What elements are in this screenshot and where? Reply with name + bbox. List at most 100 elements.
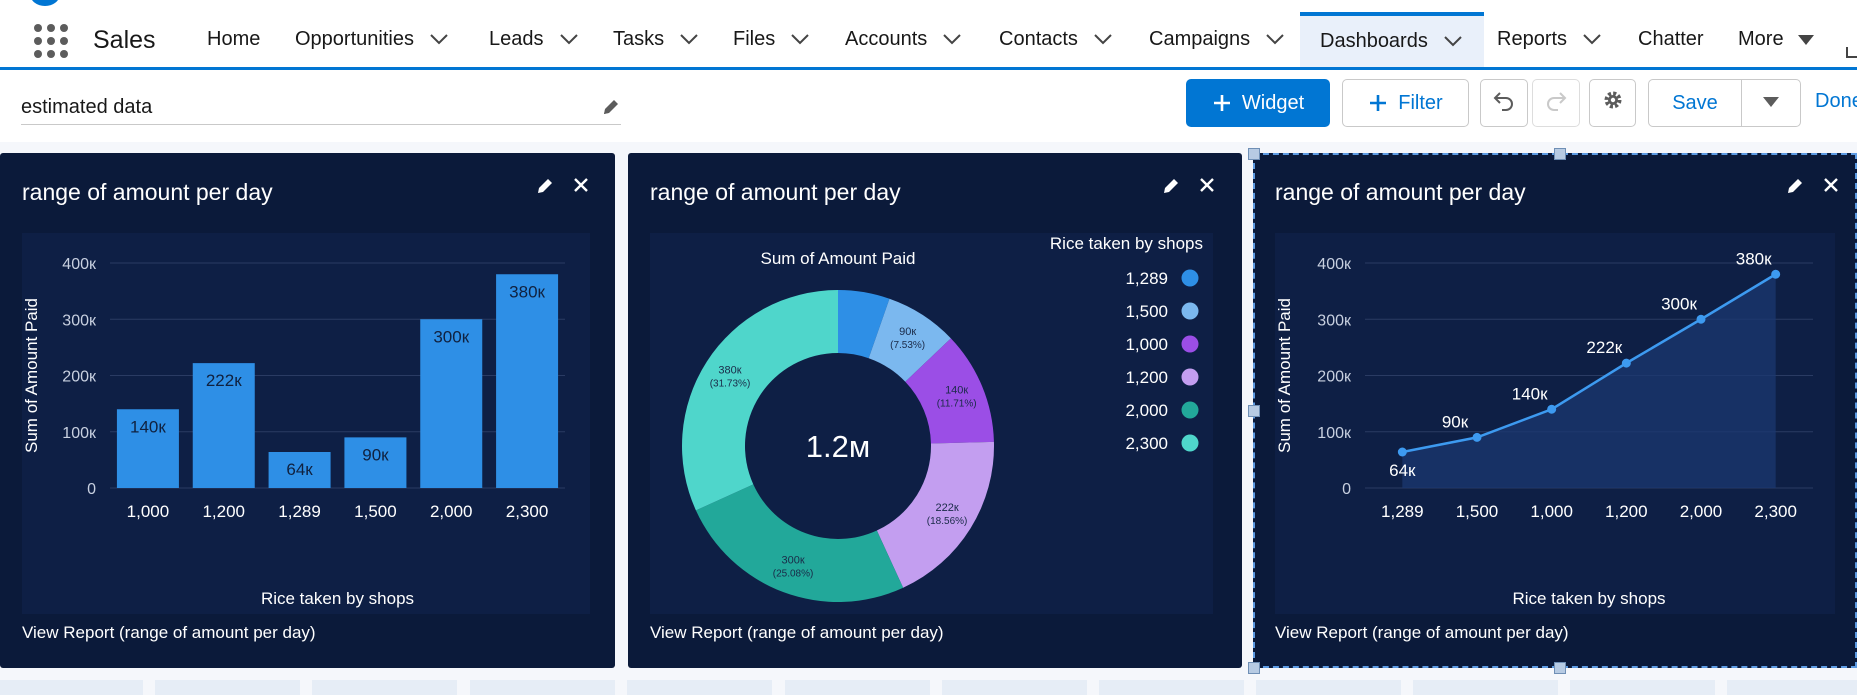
data-label: 64к [286, 460, 313, 479]
grid-cell [312, 680, 457, 695]
nav-item-opportunities[interactable]: Opportunities [295, 12, 448, 67]
gear-icon [1602, 89, 1624, 117]
nav-item-tasks[interactable]: Tasks [613, 12, 698, 67]
y-tick-label: 0 [87, 481, 96, 498]
resize-handle[interactable] [1248, 148, 1260, 160]
area-fill [1402, 274, 1776, 488]
x-tick-label: 1,200 [1605, 502, 1648, 521]
donut-slice [682, 290, 838, 511]
view-report-link[interactable]: View Report (range of amount per day) [22, 623, 316, 643]
widget-title: range of amount per day [22, 179, 273, 205]
legend-item-label: 1,289 [1125, 269, 1168, 288]
caret-down-icon[interactable] [1797, 34, 1814, 45]
grid-cell [785, 680, 930, 695]
y-tick-label: 300к [1317, 312, 1352, 329]
nav-item-label: Dashboards [1320, 30, 1428, 52]
slice-value-label: 380к [718, 364, 741, 376]
chevron-down-icon[interactable] [430, 34, 448, 45]
chevron-down-icon[interactable] [1444, 36, 1462, 47]
close-icon[interactable] [1822, 176, 1844, 198]
chevron-down-icon[interactable] [680, 34, 698, 45]
nav-item-campaigns[interactable]: Campaigns [1149, 12, 1284, 67]
view-report-link[interactable]: View Report (range of amount per day) [650, 623, 944, 643]
nav-item-reports[interactable]: Reports [1497, 12, 1601, 67]
x-axis-label: Rice taken by shops [1512, 589, 1665, 608]
dashboard-widget-bar[interactable]: range of amount per day 0 100к 200к 300к 400… [0, 153, 615, 668]
donut-slice [876, 441, 994, 588]
legend-swatch [1181, 368, 1199, 386]
app-launcher-icon[interactable] [34, 24, 68, 58]
undo-button[interactable] [1480, 79, 1528, 127]
save-button[interactable]: Save [1648, 79, 1742, 127]
done-button[interactable]: Done [1815, 90, 1857, 113]
dashboard-title-field[interactable]: estimated data [21, 90, 621, 125]
x-tick-label: 1,289 [1381, 502, 1424, 521]
dashboard-widget-line[interactable]: range of amount per day 0 100к 200к 300к 400… [1253, 153, 1857, 668]
nav-item-contacts[interactable]: Contacts [999, 12, 1112, 67]
view-report-link[interactable]: View Report (range of amount per day) [1275, 623, 1569, 643]
x-tick-label: 1,000 [127, 502, 170, 521]
add-filter-button[interactable]: Filter [1342, 79, 1469, 127]
grid-cell [1727, 680, 1857, 695]
x-tick-label: 1,500 [354, 502, 397, 521]
chevron-down-icon[interactable] [1583, 34, 1601, 45]
nav-item-accounts[interactable]: Accounts [845, 12, 961, 67]
global-nav-bar: Sales Home Opportunities Leads Tasks Fil… [0, 0, 1857, 70]
legend-swatch [1181, 269, 1199, 287]
nav-item-dashboards[interactable]: Dashboards [1300, 12, 1484, 67]
data-point [1547, 404, 1557, 414]
data-label: 300к [433, 327, 469, 346]
grid-cell [1099, 680, 1244, 695]
chart-title: Sum of Amount Paid [761, 249, 916, 268]
chevron-down-icon[interactable] [943, 34, 961, 45]
slice-percent-label: (18.56%) [927, 516, 968, 527]
close-icon[interactable] [572, 176, 594, 198]
nav-item-files[interactable]: Files [733, 12, 809, 67]
x-tick-label: 2,000 [1680, 502, 1723, 521]
add-filter-label: Filter [1398, 91, 1443, 114]
grid-cell [1256, 680, 1401, 695]
resize-handle[interactable] [1554, 148, 1566, 160]
legend-swatch [1181, 302, 1199, 320]
resize-handle[interactable] [1248, 405, 1260, 417]
slice-value-label: 222к [935, 502, 958, 514]
nav-item-label: Accounts [845, 28, 928, 50]
dashboard-widget-donut[interactable]: range of amount per day Sum of Amount Pa… [628, 153, 1242, 668]
nav-item-label: Chatter [1638, 28, 1704, 50]
slice-value-label: 90к [899, 326, 916, 338]
pencil-icon[interactable] [601, 97, 621, 117]
pencil-icon[interactable] [535, 176, 557, 198]
chevron-down-icon[interactable] [791, 34, 809, 45]
save-options-button[interactable] [1741, 79, 1801, 127]
dashboard-editor-toolbar: estimated data Widget Filter Save Done [0, 70, 1857, 142]
nav-item-label: Leads [489, 28, 544, 50]
slice-value-label: 300к [781, 554, 804, 566]
data-label: 300к [1661, 294, 1697, 313]
chevron-down-icon[interactable] [1266, 34, 1284, 45]
pencil-icon[interactable] [1161, 176, 1183, 198]
data-point [1696, 314, 1706, 324]
add-widget-button[interactable]: Widget [1186, 79, 1330, 127]
dashboard-properties-button[interactable] [1589, 79, 1636, 127]
resize-handle[interactable] [1248, 662, 1260, 674]
nav-item-chatter[interactable]: Chatter [1638, 12, 1704, 67]
x-tick-label: 1,289 [278, 502, 321, 521]
y-tick-label: 200к [1317, 369, 1352, 386]
resize-handle[interactable] [1554, 662, 1566, 674]
pencil-icon[interactable] [1785, 176, 1807, 198]
nav-item-home[interactable]: Home [207, 12, 260, 67]
close-icon[interactable] [1198, 176, 1220, 198]
grid-cell [627, 680, 772, 695]
dashboard-title[interactable]: estimated data [21, 96, 152, 119]
redo-button[interactable] [1532, 79, 1580, 127]
nav-item-leads[interactable]: Leads [489, 12, 578, 67]
chevron-down-icon[interactable] [1094, 34, 1112, 45]
data-label: 222к [206, 371, 242, 390]
x-axis-label: Rice taken by shops [261, 589, 414, 608]
redo-icon [1544, 88, 1568, 118]
x-tick-label: 2,300 [1754, 502, 1797, 521]
legend-item-label: 1,500 [1125, 302, 1168, 321]
chevron-down-icon[interactable] [559, 34, 578, 45]
y-tick-label: 0 [1342, 481, 1351, 498]
nav-item-more[interactable]: More [1738, 12, 1814, 67]
